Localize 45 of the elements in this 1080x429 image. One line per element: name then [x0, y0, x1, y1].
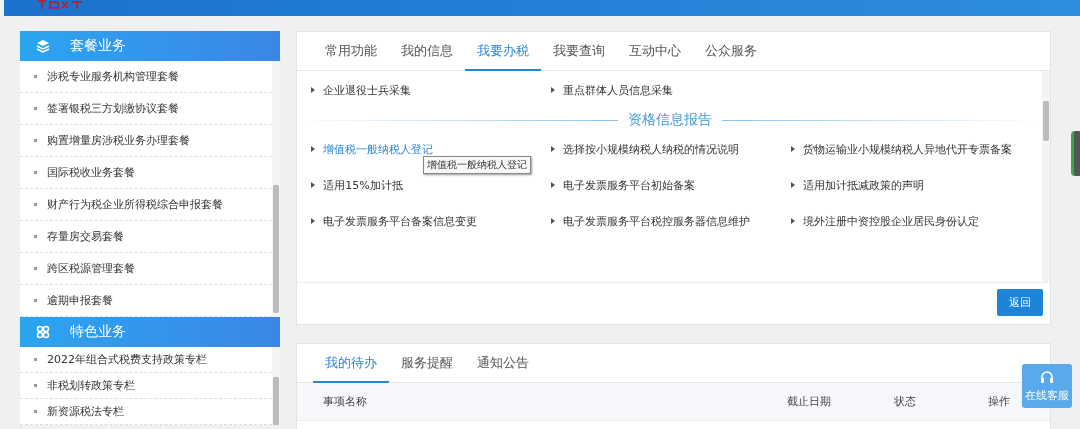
tab[interactable]: 我的信息	[389, 32, 466, 71]
tab[interactable]: 互动中心	[617, 32, 694, 71]
scrollbar[interactable]	[1042, 71, 1051, 282]
service-link[interactable]: 重点群体人员信息采集	[563, 82, 674, 98]
column-header: 操作	[988, 394, 1011, 409]
service-link[interactable]: 境外注册中资控股企业居民身份认定	[803, 213, 980, 229]
service-link[interactable]: 电子发票服务平台税控服务器信息维护	[563, 213, 751, 229]
tooltip: 增值税一般纳税人登记	[423, 156, 532, 174]
column-header: 事项名称	[323, 394, 368, 409]
column-header: 状态	[894, 394, 917, 409]
scrollbar[interactable]	[272, 61, 281, 317]
column-header: 截止日期	[787, 394, 832, 409]
service-link[interactable]: 选择按小规模纳税人纳税的情况说明	[563, 141, 740, 157]
caret-icon	[551, 182, 556, 188]
caret-icon	[311, 218, 316, 224]
back-button[interactable]: 返回	[997, 289, 1044, 316]
scrollbar[interactable]	[272, 347, 281, 425]
service-link[interactable]: 适用15%加计抵	[323, 177, 403, 193]
service-link[interactable]: 增值税一般纳税人登记	[323, 141, 434, 157]
service-link[interactable]: 货物运输业小规模纳税人异地代开专票备案	[803, 141, 1013, 157]
caret-icon	[551, 146, 556, 152]
caret-icon	[311, 87, 316, 93]
tab[interactable]: 我要办税	[465, 32, 542, 71]
section-title: 资格信息报告	[627, 111, 712, 129]
caret-icon	[791, 146, 796, 152]
headset-icon	[1039, 369, 1055, 386]
caret-icon	[791, 182, 796, 188]
caret-icon	[311, 146, 316, 152]
caret-icon	[551, 218, 556, 224]
service-link[interactable]: 适用加计抵减政策的声明	[803, 177, 925, 193]
layers-icon	[36, 39, 50, 53]
tab[interactable]: 通知公告	[465, 344, 542, 383]
service-link[interactable]: 电子发票服务平台备案信息变更	[323, 213, 478, 229]
caret-icon	[311, 182, 316, 188]
tab[interactable]: 服务提醒	[389, 344, 466, 383]
caret-icon	[791, 218, 796, 224]
service-link[interactable]: 企业退役士兵采集	[323, 82, 412, 98]
tab[interactable]: 公众服务	[693, 32, 770, 71]
panel-title: 特色业务	[70, 323, 126, 341]
clover-icon	[36, 325, 50, 339]
caret-icon	[551, 87, 556, 93]
tab[interactable]: 常用功能	[313, 32, 390, 71]
tab[interactable]: 我要查询	[541, 32, 618, 71]
service-link[interactable]: 电子发票服务平台初始备案	[563, 177, 696, 193]
panel-title: 套餐业务	[70, 37, 126, 55]
